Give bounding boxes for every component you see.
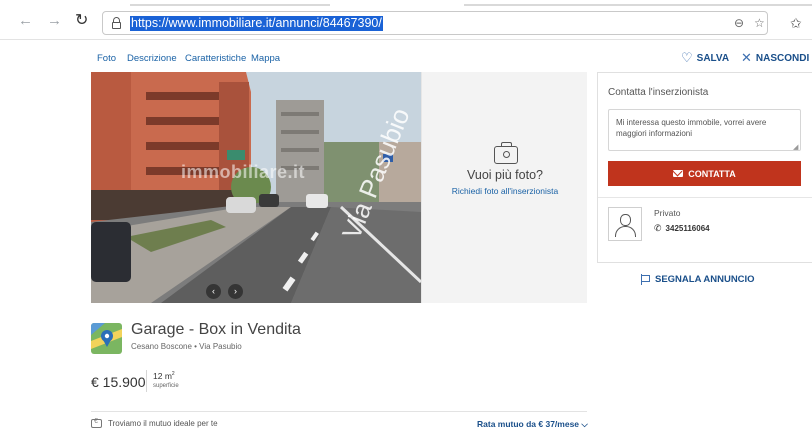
close-icon: ✕ <box>741 50 752 65</box>
reading-view-icon[interactable]: ☆ <box>754 16 765 30</box>
surface-value: 12 m2 <box>153 371 175 381</box>
seller-phone-number: 3425116064 <box>665 224 710 233</box>
camera-icon <box>494 142 518 164</box>
contact-message-field[interactable]: Mi interessa questo immobile, vorrei ave… <box>608 109 801 151</box>
nav-link-foto[interactable]: Foto <box>97 53 116 64</box>
chevron-down-icon: ⌵ <box>581 419 588 429</box>
listing-location: Cesano Boscone • Via Pasubio <box>131 342 242 351</box>
save-label: SALVA <box>696 52 730 64</box>
tab-strip <box>130 0 812 6</box>
browser-toolbar: ← → ↻ https://www.immobiliare.it/annunci… <box>0 0 812 40</box>
listing-nav: Foto Descrizione Caratteristiche Mappa ♡… <box>0 40 812 74</box>
contact-card: Contatta l'inserzionista Mi interessa qu… <box>597 72 812 263</box>
listing-photo[interactable]: immobiliare.it Via Pasubio ‹ › <box>91 72 421 303</box>
nav-link-mappa[interactable]: Mappa <box>251 53 280 64</box>
map-pin-icon <box>91 323 122 354</box>
report-label: SEGNALA ANNUNCIO <box>655 274 755 285</box>
hide-label: NASCONDI <box>755 52 810 64</box>
back-button[interactable]: ← <box>18 13 33 28</box>
flag-icon <box>641 274 650 285</box>
hide-button[interactable]: ✕ NASCONDI <box>741 50 809 66</box>
seller-type: Privato <box>654 208 681 218</box>
listing-title: Garage - Box in Vendita <box>131 321 301 338</box>
tab-divider <box>464 4 812 6</box>
phone-icon: ✆ <box>654 223 662 233</box>
favorites-star-icon[interactable]: ✩ <box>790 15 802 32</box>
mortgage-icon <box>91 418 102 428</box>
contact-button[interactable]: CONTATTA <box>608 161 801 186</box>
seller-avatar-icon <box>608 207 642 241</box>
heart-icon: ♡ <box>681 50 693 65</box>
mortgage-promo-text: Troviamo il mutuo ideale per te <box>108 419 218 428</box>
mortgage-divider <box>91 411 587 412</box>
nav-link-caratteristiche[interactable]: Caratteristiche <box>185 53 246 64</box>
photo-gallery: immobiliare.it Via Pasubio ‹ › Vuoi più … <box>91 72 587 303</box>
resize-grip-icon[interactable]: ◢ <box>793 143 798 151</box>
nav-link-descrizione[interactable]: Descrizione <box>127 53 177 64</box>
report-listing-button[interactable]: SEGNALA ANNUNCIO <box>641 274 755 285</box>
mortgage-promo[interactable]: Troviamo il mutuo ideale per te <box>91 418 218 428</box>
surface-label: superficie <box>153 383 179 389</box>
tab-divider <box>130 4 330 6</box>
listing-price: € 15.900 <box>91 374 146 390</box>
forward-button[interactable]: → <box>47 13 62 28</box>
address-bar[interactable]: https://www.immobiliare.it/annunci/84467… <box>102 11 768 35</box>
contact-button-label: CONTATTA <box>688 168 736 179</box>
mortgage-rate-toggle[interactable]: Rata mutuo da € 37/mese ⌵ <box>477 419 588 430</box>
mail-icon <box>673 170 684 177</box>
request-photos-link[interactable]: Richiedi foto all'inserzionista <box>422 186 588 196</box>
lock-icon <box>112 17 121 29</box>
gallery-prev-button[interactable]: ‹ <box>206 284 221 299</box>
more-photos-title: Vuoi più foto? <box>467 168 543 182</box>
save-button[interactable]: ♡ SALVA <box>681 50 729 66</box>
photo-watermark: immobiliare.it <box>181 162 306 182</box>
url-text[interactable]: https://www.immobiliare.it/annunci/84467… <box>130 16 383 31</box>
divider <box>598 197 812 198</box>
contact-title: Contatta l'inserzionista <box>608 87 709 98</box>
reload-button[interactable]: ↻ <box>75 13 88 29</box>
zoom-icon[interactable]: ⊖ <box>734 16 744 30</box>
gallery-next-button[interactable]: › <box>228 284 243 299</box>
seller-phone[interactable]: ✆ 3425116064 <box>654 223 710 234</box>
spec-divider <box>146 370 147 392</box>
request-photos-panel: Vuoi più foto? Richiedi foto all'inserzi… <box>421 72 587 303</box>
